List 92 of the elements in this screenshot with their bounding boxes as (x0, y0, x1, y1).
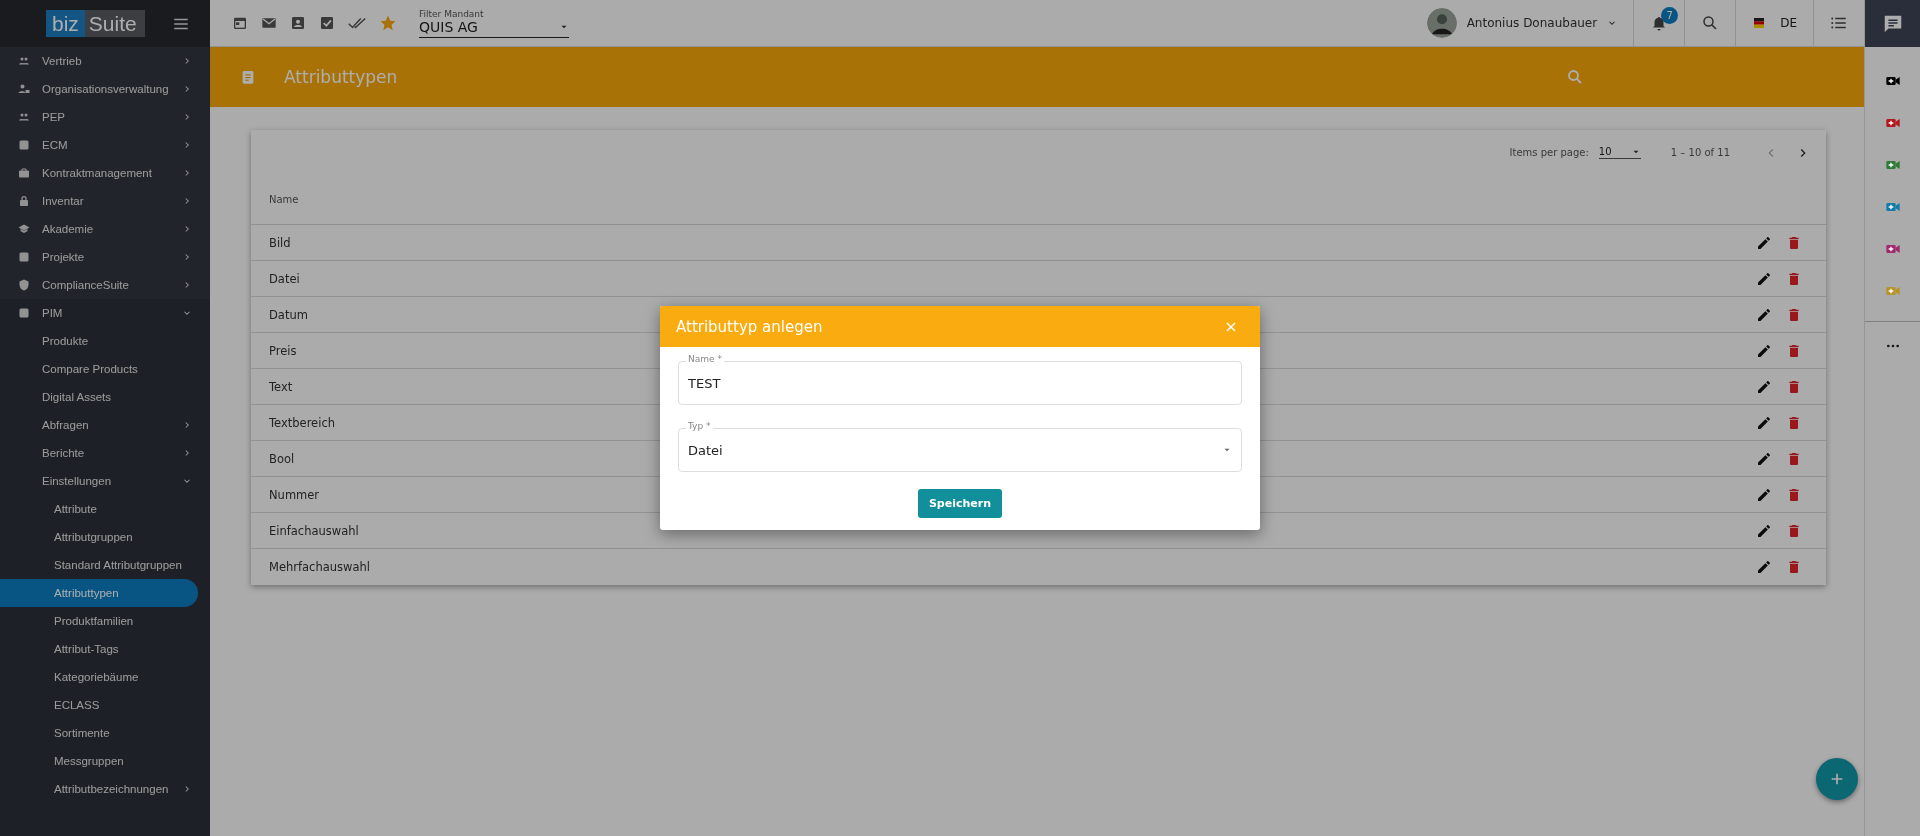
pencil-icon[interactable] (1756, 234, 1772, 251)
trash-icon[interactable] (1786, 414, 1802, 431)
sidebar-item[interactable]: PEP (0, 103, 210, 131)
trash-icon[interactable] (1786, 306, 1802, 323)
sidebar-item[interactable]: ECM (0, 131, 210, 159)
notification-badge: 7 (1661, 6, 1679, 24)
table-cell: Bild (269, 235, 291, 250)
german-flag-icon (1752, 18, 1767, 28)
pencil-icon[interactable] (1756, 270, 1772, 287)
sidebar-item[interactable]: Vertrieb (0, 47, 210, 75)
box-icon (18, 251, 30, 263)
people-icon (18, 111, 30, 123)
sidebar-item[interactable]: ECLASS (0, 691, 210, 719)
sidebar-item[interactable]: Digital Assets (0, 383, 210, 411)
table-cell: Datei (269, 271, 300, 286)
avatar-icon (1426, 8, 1457, 38)
sidebar-item[interactable]: Sortimente (0, 719, 210, 747)
pencil-icon[interactable] (1756, 306, 1772, 323)
logo: biz Suite (46, 10, 145, 37)
people-icon (18, 55, 30, 67)
sidebar-item[interactable]: Inventar (0, 187, 210, 215)
pencil-icon[interactable] (1756, 522, 1772, 539)
checkbox-icon[interactable] (319, 15, 335, 31)
sidebar-item[interactable]: Abfragen (0, 411, 210, 439)
sidebar-item[interactable]: Kategoriebäume (0, 663, 210, 691)
sidebar-item[interactable]: Produktfamilien (0, 607, 210, 635)
sidebar-item[interactable]: PIM (0, 299, 210, 327)
dialog-title: Attributtyp anlegen (676, 317, 823, 336)
graduation-cap-icon (18, 223, 30, 235)
mail-icon[interactable] (261, 15, 277, 31)
sidebar-item[interactable]: Akademie (0, 215, 210, 243)
pencil-icon[interactable] (1756, 450, 1772, 467)
table-cell: Bool (269, 451, 295, 466)
table-cell: Text (269, 379, 293, 394)
trash-icon[interactable] (1786, 450, 1802, 467)
trash-icon[interactable] (1786, 342, 1802, 359)
sidebar-item[interactable]: Attributtypen (0, 579, 198, 607)
trash-icon[interactable] (1786, 378, 1802, 395)
sidebar-item[interactable]: Projekte (0, 243, 210, 271)
table-cell: Textbereich (269, 415, 335, 430)
sidebar-item[interactable]: Messgruppen (0, 747, 210, 775)
sidebar-item[interactable]: ComplianceSuite (0, 271, 210, 299)
person-lock-icon (18, 83, 30, 95)
sidebar-item[interactable]: Attribut-Tags (0, 635, 210, 663)
box-icon (18, 139, 30, 151)
table-cell: Datum (269, 307, 308, 322)
items-per-page-label: Items per page: (1509, 147, 1589, 158)
save-button[interactable]: Speichern (917, 489, 1003, 518)
box-icon (18, 307, 30, 319)
table-cell: Mehrfachauswahl (269, 560, 370, 574)
page-range: 1 – 10 of 11 (1670, 147, 1730, 158)
pencil-icon[interactable] (1756, 486, 1772, 503)
trash-icon[interactable] (1786, 559, 1802, 575)
input-field[interactable]: Name * TEST (678, 354, 1242, 405)
lock-icon (18, 195, 30, 207)
shield-icon (18, 279, 30, 291)
sidebar-item[interactable]: Berichte (0, 439, 210, 467)
sidebar-item[interactable]: Organisationsverwaltung (0, 75, 210, 103)
page-title: Attributtypen (284, 67, 398, 87)
filter-dropdown[interactable]: Filter Mandant QUIS AG (419, 8, 569, 38)
sidebar-item[interactable]: Attributbezeichnungen (0, 775, 210, 803)
plus-icon (1829, 771, 1845, 787)
select-field[interactable]: Typ * Datei (678, 421, 1242, 472)
briefcase-icon (18, 167, 30, 179)
sidebar-item[interactable]: Attribute (0, 495, 210, 523)
pencil-icon[interactable] (1756, 378, 1772, 395)
trash-icon[interactable] (1786, 234, 1802, 251)
pencil-icon[interactable] (1756, 559, 1772, 575)
notifications-button[interactable]: 7 (1633, 0, 1685, 47)
pencil-icon[interactable] (1756, 342, 1772, 359)
language-button[interactable]: DE (1735, 0, 1813, 47)
user-menu[interactable]: Antonius Donaubauer (1426, 8, 1634, 38)
table-cell: Einfachauswahl (269, 523, 359, 538)
sidebar-item[interactable]: Produkte (0, 327, 210, 355)
sidebar-item[interactable]: Attributgruppen (0, 523, 210, 551)
table-cell: Nummer (269, 487, 320, 502)
trash-icon[interactable] (1786, 522, 1802, 539)
trash-icon[interactable] (1786, 486, 1802, 503)
calendar-icon[interactable] (232, 15, 248, 31)
trash-icon[interactable] (1786, 270, 1802, 287)
contact-card-icon[interactable] (290, 15, 306, 31)
add-button[interactable] (1816, 758, 1858, 800)
table-cell: Preis (269, 343, 297, 358)
column-header: Name (269, 194, 299, 205)
star-icon[interactable] (379, 14, 397, 32)
sidebar-item[interactable]: Compare Products (0, 355, 210, 383)
page-size-select[interactable]: 10 (1598, 146, 1641, 159)
pencil-icon[interactable] (1756, 414, 1772, 431)
sidebar-item[interactable]: Einstellungen (0, 467, 210, 495)
clipboard-icon (240, 69, 256, 85)
sidebar-item[interactable]: Kontraktmanagement (0, 159, 210, 187)
sidebar-item[interactable]: Standard Attributgruppen (0, 551, 210, 579)
